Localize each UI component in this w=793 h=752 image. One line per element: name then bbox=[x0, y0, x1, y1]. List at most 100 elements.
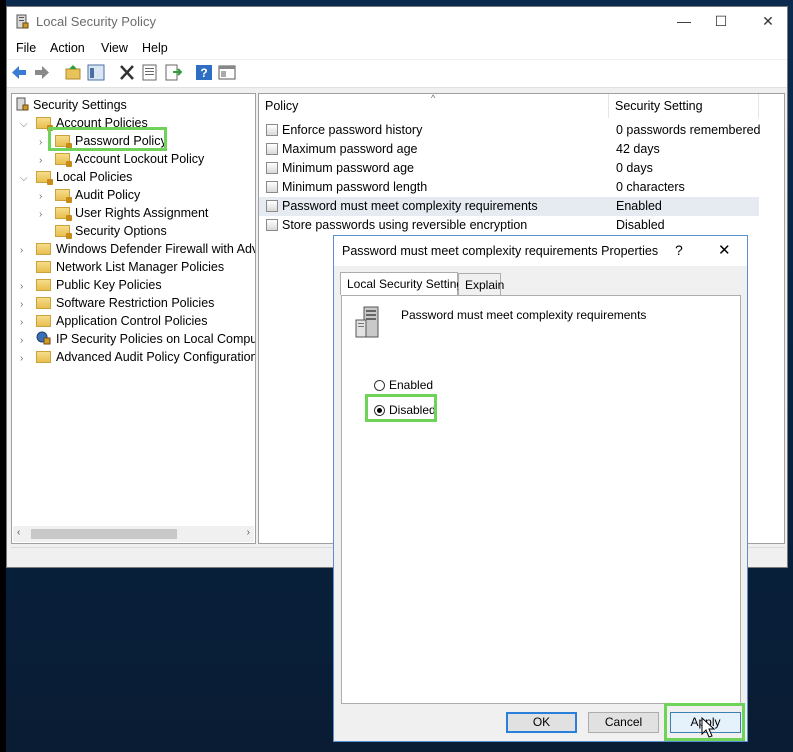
sort-up-icon: ^ bbox=[431, 93, 436, 103]
radio-enabled[interactable]: Enabled bbox=[374, 378, 433, 392]
tree-item-label: IP Security Policies on Local Compute bbox=[56, 332, 256, 346]
tree-item-ip-security[interactable]: › IP Security Policies on Local Compute bbox=[20, 330, 256, 348]
forward-arrow-icon[interactable] bbox=[33, 64, 51, 81]
security-policy-icon bbox=[16, 14, 29, 29]
security-settings-icon bbox=[16, 97, 29, 111]
up-folder-icon[interactable] bbox=[64, 64, 82, 81]
tree-item-password-policy[interactable]: › Password Policy bbox=[39, 132, 167, 150]
dialog-help-button[interactable]: ? bbox=[675, 242, 683, 258]
folder-lock-icon bbox=[55, 225, 72, 239]
tree-item-windows-defender-firewall[interactable]: › Windows Defender Firewall with Adva bbox=[20, 240, 256, 258]
policy-row-selected[interactable]: Password must meet complexity requiremen… bbox=[259, 197, 759, 216]
export-list-icon[interactable] bbox=[164, 64, 182, 81]
radio-disabled[interactable]: Disabled bbox=[374, 403, 436, 417]
tree-item-security-options[interactable]: ›Security Options bbox=[39, 222, 167, 240]
radio-circle-selected[interactable] bbox=[374, 405, 385, 416]
chevron-right-icon[interactable]: › bbox=[20, 350, 30, 368]
properties-dialog: Password must meet complexity requiremen… bbox=[333, 235, 748, 742]
dialog-title-bar: Password must meet complexity requiremen… bbox=[334, 236, 747, 266]
view-pane-icon[interactable] bbox=[218, 64, 236, 81]
title-bar: Local Security Policy — ☐ ✕ bbox=[7, 7, 787, 37]
menu-view[interactable]: View bbox=[101, 41, 128, 55]
radio-label: Enabled bbox=[389, 378, 434, 392]
window-title: Local Security Policy bbox=[36, 14, 156, 29]
tree-item-audit-policy[interactable]: › Audit Policy bbox=[39, 186, 140, 204]
policy-row[interactable]: Enforce password history 0 passwords reme… bbox=[259, 121, 761, 140]
tree-item-advanced-audit[interactable]: › Advanced Audit Policy Configuration bbox=[20, 348, 256, 368]
close-button[interactable]: ✕ bbox=[757, 11, 779, 31]
policy-row[interactable]: Maximum password age 42 days bbox=[259, 140, 759, 159]
tree-item-account-lockout-policy[interactable]: › Account Lockout Policy bbox=[39, 150, 204, 168]
policy-name: Enforce password history bbox=[282, 123, 423, 137]
policy-name: Minimum password length bbox=[282, 180, 428, 194]
tree-item-label: Software Restriction Policies bbox=[56, 296, 215, 310]
tree-root-label: Security Settings bbox=[33, 98, 127, 112]
tab-local-security-setting[interactable]: Local Security Setting bbox=[340, 272, 463, 295]
maximize-button[interactable]: ☐ bbox=[710, 11, 732, 31]
policy-row[interactable]: Minimum password age 0 days bbox=[259, 159, 759, 178]
policy-name: Store passwords using reversible encrypt… bbox=[282, 218, 528, 232]
policy-name-label: Password must meet complexity requiremen… bbox=[401, 308, 647, 322]
properties-icon[interactable] bbox=[141, 64, 159, 81]
policy-icon bbox=[266, 181, 278, 193]
policy-icon bbox=[266, 219, 278, 231]
toolbar: ? bbox=[7, 60, 787, 88]
tree-item-network-list-manager[interactable]: ›Network List Manager Policies bbox=[20, 258, 224, 276]
folder-lock-icon bbox=[55, 135, 72, 149]
tree-item-label: Local Policies bbox=[56, 170, 133, 184]
ok-button[interactable]: OK bbox=[506, 712, 577, 733]
minimize-button[interactable]: — bbox=[673, 11, 695, 31]
scroll-left-icon[interactable]: ‹ bbox=[17, 527, 20, 538]
tree-item-label: Account Lockout Policy bbox=[75, 152, 205, 166]
policy-setting: 42 days bbox=[616, 142, 660, 156]
folder-lock-icon bbox=[36, 171, 53, 185]
server-policy-icon bbox=[355, 306, 379, 338]
policy-name: Minimum password age bbox=[282, 161, 414, 175]
scroll-right-icon[interactable]: › bbox=[247, 527, 250, 538]
tree-item-label: Audit Policy bbox=[75, 188, 141, 202]
tree-item-label: Windows Defender Firewall with Adva bbox=[56, 242, 256, 256]
scrollbar-thumb[interactable] bbox=[31, 529, 177, 539]
tree-item-label: Advanced Audit Policy Configuration bbox=[56, 350, 256, 364]
chevron-down-icon[interactable]: ⌵ bbox=[20, 116, 30, 134]
tree-item-label: Account Policies bbox=[56, 116, 148, 130]
ip-security-icon bbox=[36, 331, 51, 345]
tree-item-label: User Rights Assignment bbox=[75, 206, 209, 220]
navigation-tree: Security Settings ⌵ Account Policies › Pas… bbox=[11, 93, 256, 544]
tree-item-application-control[interactable]: › Application Control Policies bbox=[20, 312, 207, 330]
tree-item-user-rights-assignment[interactable]: › User Rights Assignment bbox=[39, 204, 208, 222]
chevron-down-icon[interactable]: ⌵ bbox=[20, 170, 30, 188]
folder-lock-icon bbox=[55, 189, 72, 203]
policy-row[interactable]: Minimum password length 0 characters bbox=[259, 178, 759, 197]
folder-icon bbox=[36, 279, 51, 291]
tree-item-software-restriction[interactable]: › Software Restriction Policies bbox=[20, 294, 214, 312]
dialog-title: Password must meet complexity requiremen… bbox=[342, 244, 659, 258]
menu-help[interactable]: Help bbox=[142, 41, 168, 55]
folder-lock-icon bbox=[55, 207, 72, 221]
delete-icon[interactable] bbox=[118, 64, 136, 81]
tree-item-public-key-policies[interactable]: › Public Key Policies bbox=[20, 276, 162, 294]
menu-file[interactable]: File bbox=[16, 41, 36, 55]
radio-circle[interactable] bbox=[374, 380, 385, 391]
tree-item-label: Application Control Policies bbox=[56, 314, 208, 328]
tree-item-account-policies[interactable]: ⌵ Account Policies bbox=[20, 114, 148, 132]
policy-row[interactable]: Store passwords using reversible encrypt… bbox=[259, 216, 759, 235]
policy-setting: Enabled bbox=[616, 199, 662, 213]
column-header-security-setting[interactable]: Security Setting bbox=[609, 94, 759, 118]
menu-action[interactable]: Action bbox=[50, 41, 85, 55]
back-arrow-icon[interactable] bbox=[10, 64, 28, 81]
cancel-button[interactable]: Cancel bbox=[588, 712, 659, 733]
tree-horizontal-scrollbar[interactable]: ‹ › bbox=[13, 526, 254, 542]
dialog-close-button[interactable]: ✕ bbox=[718, 241, 731, 259]
help-icon[interactable]: ? bbox=[195, 64, 213, 81]
show-tree-icon[interactable] bbox=[87, 64, 105, 81]
svg-text:?: ? bbox=[200, 66, 207, 80]
policy-icon bbox=[266, 124, 278, 136]
menu-bar: File Action View Help bbox=[7, 37, 787, 59]
tree-root[interactable]: Security Settings bbox=[16, 96, 127, 114]
tree-item-label: Public Key Policies bbox=[56, 278, 162, 292]
tab-explain[interactable]: Explain bbox=[458, 273, 504, 295]
policy-name: Password must meet complexity requiremen… bbox=[282, 199, 538, 213]
tree-item-local-policies[interactable]: ⌵ Local Policies bbox=[20, 168, 132, 186]
folder-lock-icon bbox=[36, 117, 53, 131]
